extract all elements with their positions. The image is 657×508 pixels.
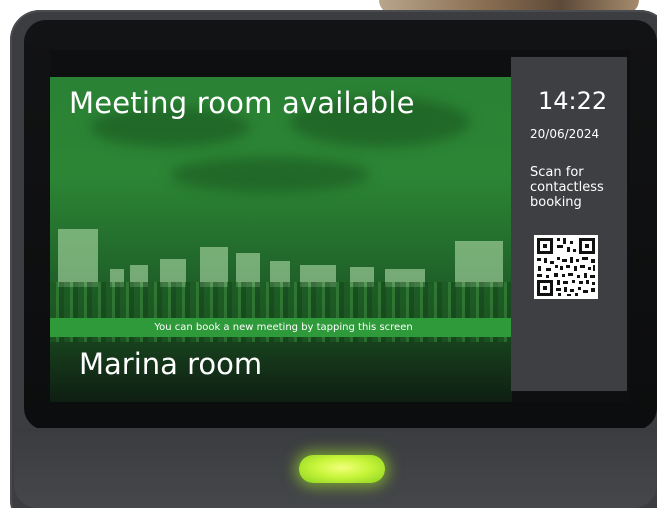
skyline [50,227,512,287]
booking-screen[interactable]: Meeting room available You can book a ne… [50,50,630,402]
availability-status: Meeting room available [69,86,415,120]
clock: 14:22 [538,87,608,115]
side-panel: 14:22 20/06/2024 Scan for contactless bo… [511,57,627,391]
qr-code-icon[interactable] [534,235,598,299]
status-led-icon [299,455,385,483]
stage: Meeting room available You can book a ne… [0,0,657,508]
scan-instructions: Scan for contactless booking [530,165,604,210]
room-name: Marina room [79,347,263,381]
date: 20/06/2024 [530,127,600,141]
